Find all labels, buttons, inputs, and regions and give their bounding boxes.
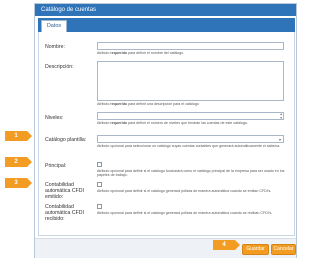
nombre-label: Nombre: [45,44,65,50]
dialog-titlebar: Catálogo de cuentas [35,4,296,16]
spinner-icon[interactable]: ▴ ▾ [280,112,282,120]
chevron-down-icon[interactable]: ▾ [279,137,281,142]
contabilidad-recibido-label: Contabilidad automática CFDI recibido: [45,204,84,222]
contabilidad-recibido-checkbox[interactable] [97,204,102,209]
principal-label: Principal: [45,163,67,169]
contabilidad-emitido-checkbox[interactable] [97,182,102,187]
catalogo-plantilla-hint: Atributo opcional para seleccionar un ca… [97,144,281,148]
contabilidad-recibido-hint: Atributo opcional para definir si el cat… [97,211,273,215]
dialog-title: Catálogo de cuentas [41,7,97,13]
principal-hint: Atributo opcional para definir si el cat… [97,169,285,178]
niveles-input[interactable]: ▴ ▾ [97,112,284,120]
contabilidad-emitido-label: Contabilidad automática CFDI emitido: [45,182,84,200]
cancel-button[interactable]: Cancelar [271,244,296,255]
descripcion-hint: Atributo requerido para definir una desc… [97,102,199,106]
callout-badge-1: 1 [5,131,32,141]
callout-badge-4: 4 [213,240,240,250]
principal-checkbox[interactable] [97,162,102,167]
contabilidad-emitido-hint: Atributo opcional para definir si el cat… [97,189,272,193]
catalog-dialog: Catálogo de cuentas Datos Nombre: Atribu… [34,3,297,258]
tab-datos[interactable]: Datos [41,20,67,32]
descripcion-textarea[interactable] [97,61,284,101]
catalogo-plantilla-select[interactable]: ▾ [97,135,284,143]
descripcion-label: Descripción: [45,64,74,70]
nombre-input[interactable] [97,42,284,50]
niveles-hint: Atributo requerido para definir el númer… [97,121,248,125]
catalogo-plantilla-label: Catálogo plantilla: [45,137,87,143]
form-area: Nombre: Atributo requerido para definir … [38,32,295,236]
button-bar: Guardar Cancelar [35,238,296,258]
callout-badge-2: 2 [5,157,32,167]
nombre-hint: Atributo requerido para definir el nombr… [97,51,184,55]
save-button[interactable]: Guardar [242,244,269,255]
callout-badge-3: 3 [5,178,32,188]
niveles-label: Niveles: [45,115,64,121]
tab-strip: Datos [38,18,295,32]
